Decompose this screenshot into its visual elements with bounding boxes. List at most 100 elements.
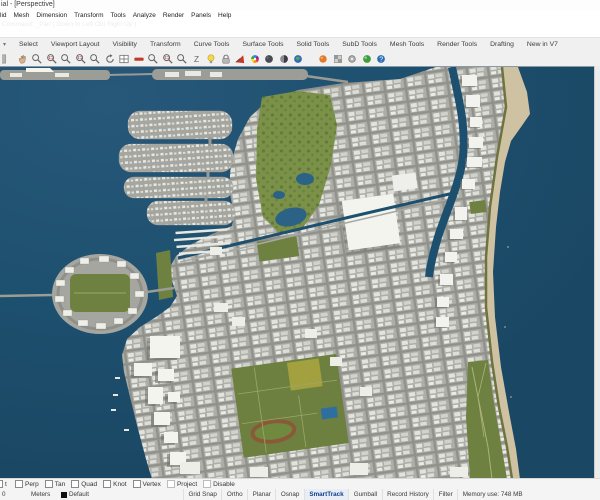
tab-surface-tools[interactable]: Surface Tools bbox=[242, 41, 283, 48]
zoom-target-icon[interactable] bbox=[89, 53, 101, 65]
status-pane-planar[interactable]: Planar bbox=[247, 489, 275, 500]
menu-item-dimension[interactable]: Dimension bbox=[36, 12, 67, 19]
current-layer[interactable]: Default bbox=[61, 489, 183, 500]
viewport-layout-icon[interactable] bbox=[118, 53, 130, 65]
collins-park bbox=[469, 199, 487, 215]
help-sphere-icon[interactable]: ? bbox=[375, 53, 387, 65]
globe-shaded-icon[interactable] bbox=[278, 53, 290, 65]
pan-hand-icon[interactable] bbox=[17, 53, 29, 65]
osnap-label: Tan bbox=[54, 480, 66, 488]
osnap-label: Knot bbox=[113, 480, 127, 488]
checkbox-icon[interactable] bbox=[166, 480, 175, 488]
undo-view-icon[interactable] bbox=[133, 53, 145, 65]
color-wheel-icon[interactable] bbox=[249, 53, 261, 65]
menu-item-analyze[interactable]: Analyze bbox=[133, 12, 156, 19]
rotate-view-icon[interactable] bbox=[104, 53, 116, 65]
tab-select[interactable]: Select bbox=[19, 41, 38, 48]
menu-item-tools[interactable]: Tools bbox=[111, 12, 126, 19]
texture-icon[interactable] bbox=[332, 53, 344, 65]
toolbar-partial-icon[interactable] bbox=[2, 53, 14, 65]
tab-curve-tools[interactable]: Curve Tools bbox=[194, 41, 230, 48]
coordinate-readout: 0 bbox=[2, 491, 6, 498]
checkbox-icon[interactable] bbox=[132, 480, 141, 488]
zoom-extents-icon[interactable] bbox=[60, 53, 72, 65]
status-bar: 0 Meters Default Grid Snap Ortho Planar … bbox=[0, 489, 600, 500]
menu-item-solid-partial[interactable]: lid bbox=[0, 12, 7, 19]
tab-partial-caret-icon[interactable]: ▾ bbox=[3, 41, 6, 48]
zoom-in-icon[interactable] bbox=[162, 53, 174, 65]
svg-text:?: ? bbox=[379, 56, 383, 63]
menu-item-mesh[interactable]: Mesh bbox=[14, 12, 30, 19]
lock-icon[interactable] bbox=[220, 53, 232, 65]
toolbar-tabs: ▾ Select Viewport Layout Visibility Tran… bbox=[0, 38, 600, 51]
osnap-label: Quad bbox=[81, 480, 98, 488]
tab-transform[interactable]: Transform bbox=[150, 41, 181, 48]
osnap-item-partial[interactable]: t bbox=[0, 480, 9, 488]
menu-item-help[interactable]: Help bbox=[218, 12, 231, 19]
shore-park bbox=[156, 250, 173, 300]
zoom-dynamic-icon[interactable] bbox=[31, 53, 43, 65]
status-pane-ortho[interactable]: Ortho bbox=[221, 489, 247, 500]
tab-subd-tools[interactable]: SubD Tools bbox=[342, 41, 377, 48]
tab-mesh-tools[interactable]: Mesh Tools bbox=[390, 41, 424, 48]
tab-drafting[interactable]: Drafting bbox=[490, 41, 514, 48]
status-pane-gumball[interactable]: Gumball bbox=[348, 489, 381, 500]
globe-dark-icon[interactable] bbox=[263, 53, 275, 65]
environment-icon[interactable] bbox=[346, 53, 358, 65]
zoom-selected-icon[interactable] bbox=[75, 53, 87, 65]
globe-blue-icon[interactable] bbox=[292, 53, 304, 65]
menu-bar: lid Mesh Dimension Transform Tools Analy… bbox=[0, 10, 600, 21]
window-title: ial - [Perspective] bbox=[0, 0, 600, 10]
lightbulb-icon[interactable] bbox=[205, 53, 217, 65]
material-orange-icon[interactable] bbox=[317, 53, 329, 65]
menu-item-transform[interactable]: Transform bbox=[74, 12, 103, 19]
named-views-icon[interactable]: Z bbox=[191, 53, 203, 65]
command-area[interactable]: Command: _Pan ( Down In Left Out Right U… bbox=[0, 21, 600, 38]
tab-new-in-v7[interactable]: New in V7 bbox=[527, 41, 558, 48]
causeway-piers bbox=[0, 68, 349, 84]
osnap-label: Disable bbox=[213, 480, 235, 488]
osnap-toolbar: t Perp Tan Quad Knot Vertex Project Disa… bbox=[0, 478, 600, 489]
tab-solid-tools[interactable]: Solid Tools bbox=[297, 41, 330, 48]
status-pane-record-history[interactable]: Record History bbox=[381, 489, 434, 500]
units-readout[interactable]: Meters bbox=[31, 489, 61, 500]
status-pane-osnap[interactable]: Osnap bbox=[275, 489, 304, 500]
viewport-perspective[interactable] bbox=[0, 66, 600, 480]
status-pane-filter[interactable]: Filter bbox=[433, 489, 457, 500]
toolbar-gap bbox=[307, 53, 315, 65]
viewport-scrollbar-strip[interactable] bbox=[594, 66, 600, 478]
osnap-label: Perp bbox=[25, 480, 39, 488]
zoom-window-icon[interactable] bbox=[46, 53, 58, 65]
command-history-line: Command: _Pan ( Down In Left Out Right U… bbox=[2, 21, 137, 28]
osnap-label: Vertex bbox=[142, 480, 161, 488]
menu-item-panels[interactable]: Panels bbox=[191, 12, 211, 19]
spotlight-icon[interactable] bbox=[234, 53, 246, 65]
tab-visibility[interactable]: Visibility bbox=[113, 41, 137, 48]
earth-green-icon[interactable] bbox=[361, 53, 373, 65]
checkbox-icon[interactable] bbox=[103, 480, 112, 488]
zoom-out-icon[interactable] bbox=[176, 53, 188, 65]
osnap-item-perp[interactable]: Perp bbox=[15, 480, 39, 488]
tab-viewport-layout[interactable]: Viewport Layout bbox=[51, 41, 100, 48]
tab-render-tools[interactable]: Render Tools bbox=[437, 41, 477, 48]
osnap-item-disable[interactable]: Disable bbox=[203, 480, 235, 488]
layer-name: Default bbox=[69, 491, 89, 498]
checkbox-icon[interactable] bbox=[15, 480, 23, 488]
flamingo-park bbox=[231, 353, 349, 458]
status-pane-grid-snap[interactable]: Grid Snap bbox=[183, 489, 221, 500]
menu-item-render[interactable]: Render bbox=[163, 12, 184, 19]
checkbox-icon[interactable] bbox=[71, 480, 80, 488]
status-pane-smarttrack[interactable]: SmartTrack bbox=[303, 489, 349, 500]
layer-color-swatch-icon bbox=[61, 491, 67, 498]
checkbox-icon[interactable] bbox=[0, 480, 3, 488]
osnap-item-project[interactable]: Project bbox=[166, 480, 197, 488]
checkbox-icon[interactable] bbox=[203, 480, 212, 488]
osnap-item-tan[interactable]: Tan bbox=[44, 480, 66, 488]
standard-toolbar: Z? bbox=[0, 51, 600, 67]
osnap-item-knot[interactable]: Knot bbox=[103, 480, 127, 488]
osnap-item-quad[interactable]: Quad bbox=[71, 480, 97, 488]
checkbox-icon[interactable] bbox=[44, 480, 53, 488]
city-render-3d bbox=[0, 66, 600, 480]
osnap-item-vertex[interactable]: Vertex bbox=[132, 480, 161, 488]
pan-view-icon[interactable] bbox=[147, 53, 159, 65]
